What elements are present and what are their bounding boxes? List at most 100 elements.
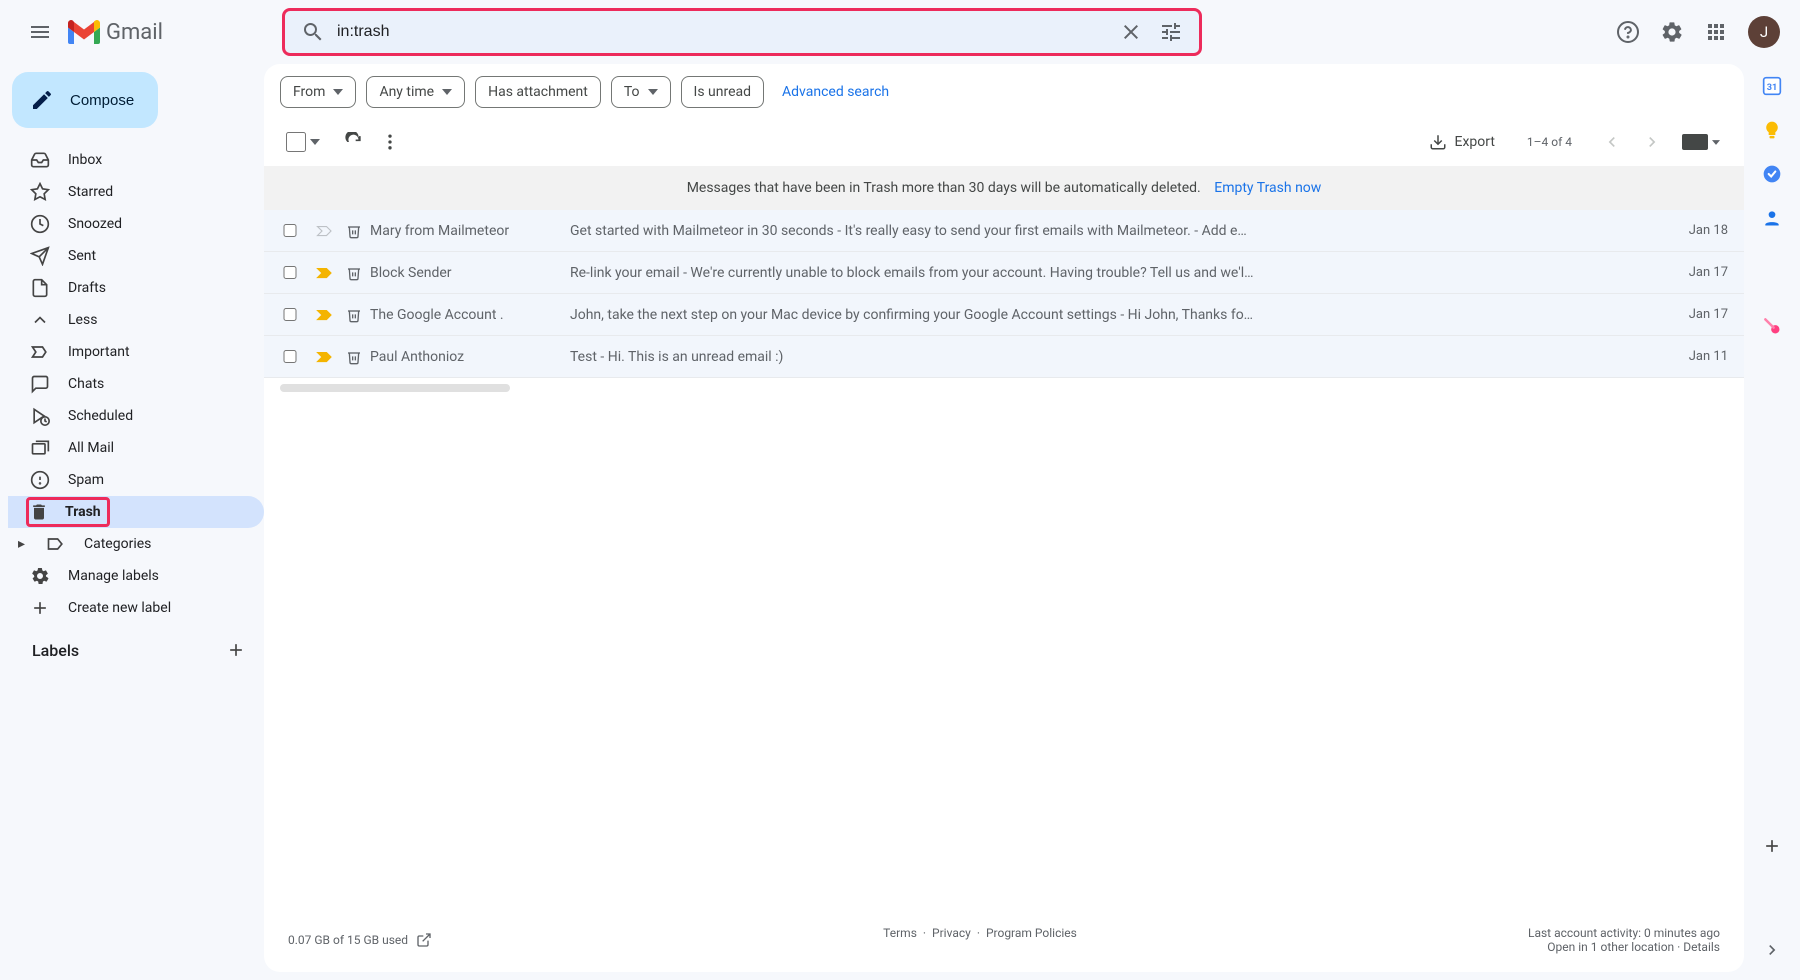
trash-badge-icon [346,265,364,281]
importance-marker[interactable] [314,350,336,364]
compose-button[interactable]: Compose [12,72,158,128]
meteor-icon [1762,316,1782,336]
trash-badge-icon [346,307,364,323]
footer-links: Terms· Privacy· Program Policies [883,926,1077,954]
content-panel: From Any time Has attachment To Is unrea… [264,64,1744,972]
keep-icon [1762,120,1782,140]
settings-button[interactable] [1652,12,1692,52]
sidebar-item-important[interactable]: Important [8,336,264,368]
sidebar-item-categories[interactable]: ▸Categories [8,528,264,560]
main-menu-button[interactable] [16,8,64,56]
sidebar-item-manage-labels[interactable]: Manage labels [8,560,264,592]
filter-is-unread[interactable]: Is unread [681,76,765,108]
logo[interactable]: Gmail [64,20,282,45]
refresh-button[interactable] [336,124,372,160]
svg-text:31: 31 [1767,83,1778,93]
row-checkbox[interactable] [280,308,300,321]
search-input[interactable] [333,23,1111,41]
sidebar-item-scheduled[interactable]: Scheduled [8,400,264,432]
download-icon [1429,133,1447,151]
search-button[interactable] [293,12,333,52]
export-button[interactable]: Export [1419,133,1505,151]
sidebar-item-less[interactable]: Less [8,304,264,336]
importance-icon [316,350,334,364]
trash-badge-icon [346,349,364,365]
email-date: Jan 17 [1668,265,1728,280]
sidebar-item-chats[interactable]: Chats [8,368,264,400]
important-icon [30,342,50,362]
row-checkbox[interactable] [280,266,300,279]
prev-page-button[interactable] [1594,124,1630,160]
contacts-app-button[interactable] [1762,208,1782,228]
account-avatar[interactable]: J [1748,16,1780,48]
more-button[interactable] [372,124,408,160]
chevron-right-icon [1762,940,1782,960]
importance-marker[interactable] [314,266,336,280]
input-tools-button[interactable] [1674,124,1728,160]
sidebar-item-all-mail[interactable]: All Mail [8,432,264,464]
header-tools: J [1608,12,1784,52]
search-container [282,8,1202,56]
sidebar-item-snoozed[interactable]: Snoozed [8,208,264,240]
star-icon [30,182,50,202]
email-content: Re-link your email - We're currently una… [570,265,1668,281]
sidebar-item-inbox[interactable]: Inbox [8,144,264,176]
email-row[interactable]: Block Sender Re-link your email - We're … [264,252,1744,294]
email-row[interactable]: Paul Anthonioz Test - Hi. This is an unr… [264,336,1744,378]
collapse-panel-button[interactable] [1762,940,1782,960]
advanced-search-link[interactable]: Advanced search [774,84,889,100]
email-date: Jan 18 [1668,223,1728,238]
plus-icon [1762,836,1782,856]
importance-marker[interactable] [314,224,336,238]
filter-to[interactable]: To [611,76,671,108]
keep-app-button[interactable] [1762,120,1782,140]
support-button[interactable] [1608,12,1648,52]
chevron-left-icon [1602,132,1622,152]
email-row[interactable]: The Google Account . John, take the next… [264,294,1744,336]
add-label-button[interactable] [226,640,246,660]
filter-has-attachment[interactable]: Has attachment [475,76,601,108]
sidebar-item-create-label[interactable]: Create new label [8,592,264,624]
select-all-checkbox[interactable] [286,132,306,152]
terms-link[interactable]: Terms [883,926,917,954]
caret-down-icon[interactable] [310,139,320,145]
add-addon-button[interactable] [1762,836,1782,856]
privacy-link[interactable]: Privacy [932,926,971,954]
email-date: Jan 11 [1668,349,1728,364]
logo-text: Gmail [106,20,163,45]
filter-bar: From Any time Has attachment To Is unrea… [264,64,1744,118]
tasks-app-button[interactable] [1762,164,1782,184]
sidebar-item-spam[interactable]: Spam [8,464,264,496]
details-link[interactable]: Details [1683,940,1720,954]
sidebar-item-drafts[interactable]: Drafts [8,272,264,304]
filter-from[interactable]: From [280,76,356,108]
sender-name: Paul Anthonioz [370,349,570,365]
footer: 0.07 GB of 15 GB used Terms· Privacy· Pr… [264,908,1744,972]
sidebar-item-trash[interactable]: Trash [8,496,264,528]
filter-any-time[interactable]: Any time [366,76,465,108]
addon-button[interactable] [1762,316,1782,336]
search-options-button[interactable] [1151,12,1191,52]
search-icon [301,20,325,44]
chevron-right-icon [1642,132,1662,152]
gear-icon [30,566,50,586]
caret-down-icon [1712,140,1720,145]
sidebar: Compose Inbox Starred Snoozed Sent Draft… [0,64,264,980]
row-checkbox[interactable] [280,350,300,363]
importance-marker[interactable] [314,308,336,322]
sidebar-item-starred[interactable]: Starred [8,176,264,208]
calendar-app-button[interactable]: 31 [1762,76,1782,96]
row-checkbox[interactable] [280,224,300,237]
sender-name: Block Sender [370,265,570,281]
policies-link[interactable]: Program Policies [986,926,1077,954]
next-page-button[interactable] [1634,124,1670,160]
clear-search-button[interactable] [1111,12,1151,52]
email-date: Jan 17 [1668,307,1728,322]
horizontal-scroll-indicator[interactable] [280,384,510,392]
sidebar-item-sent[interactable]: Sent [8,240,264,272]
apps-button[interactable] [1696,12,1736,52]
trash-icon [29,502,49,522]
open-external-icon[interactable] [416,932,432,948]
empty-trash-link[interactable]: Empty Trash now [1214,180,1321,196]
email-row[interactable]: Mary from Mailmeteor Get started with Ma… [264,210,1744,252]
